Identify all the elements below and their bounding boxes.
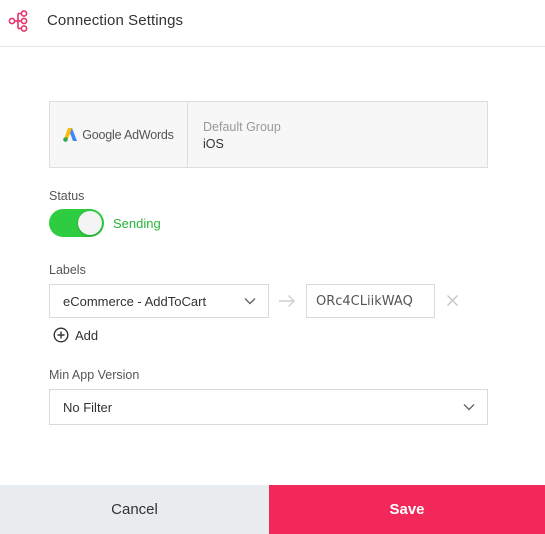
toggle-knob — [78, 211, 102, 235]
label-code-input[interactable] — [306, 284, 435, 318]
close-icon[interactable] — [446, 294, 459, 307]
save-button[interactable]: Save — [269, 485, 545, 534]
add-label-button[interactable]: Add — [53, 327, 98, 343]
chevron-down-icon — [244, 298, 256, 305]
page-title: Connection Settings — [47, 12, 184, 29]
status-label: Status — [49, 189, 85, 203]
group-name: Default Group — [203, 120, 281, 134]
cancel-button[interactable]: Cancel — [0, 485, 269, 534]
chevron-down-icon — [463, 404, 475, 411]
status-text: Sending — [113, 216, 161, 231]
connection-icon — [8, 10, 28, 32]
labels-label: Labels — [49, 263, 86, 277]
google-adwords-logo-icon — [63, 127, 78, 142]
footer: Cancel Save — [0, 485, 545, 534]
add-label-text: Add — [75, 327, 99, 343]
event-select-value: eCommerce - AddToCart — [63, 293, 207, 309]
min-version-label: Min App Version — [49, 368, 140, 382]
min-version-select[interactable]: No Filter — [49, 389, 488, 425]
min-version-value: No Filter — [63, 399, 113, 415]
arrow-right-icon — [279, 295, 295, 307]
add-circle-icon — [53, 327, 69, 343]
platform-name: iOS — [203, 137, 224, 151]
header: Connection Settings — [0, 0, 545, 47]
provider-logo: Google AdWords — [50, 102, 188, 167]
status-toggle[interactable] — [49, 209, 104, 237]
connection-card: Google AdWords Default Group iOS — [49, 101, 488, 168]
provider-name: Google AdWords — [82, 127, 174, 142]
event-select[interactable]: eCommerce - AddToCart — [49, 284, 269, 318]
connection-info: Default Group iOS — [188, 102, 281, 167]
